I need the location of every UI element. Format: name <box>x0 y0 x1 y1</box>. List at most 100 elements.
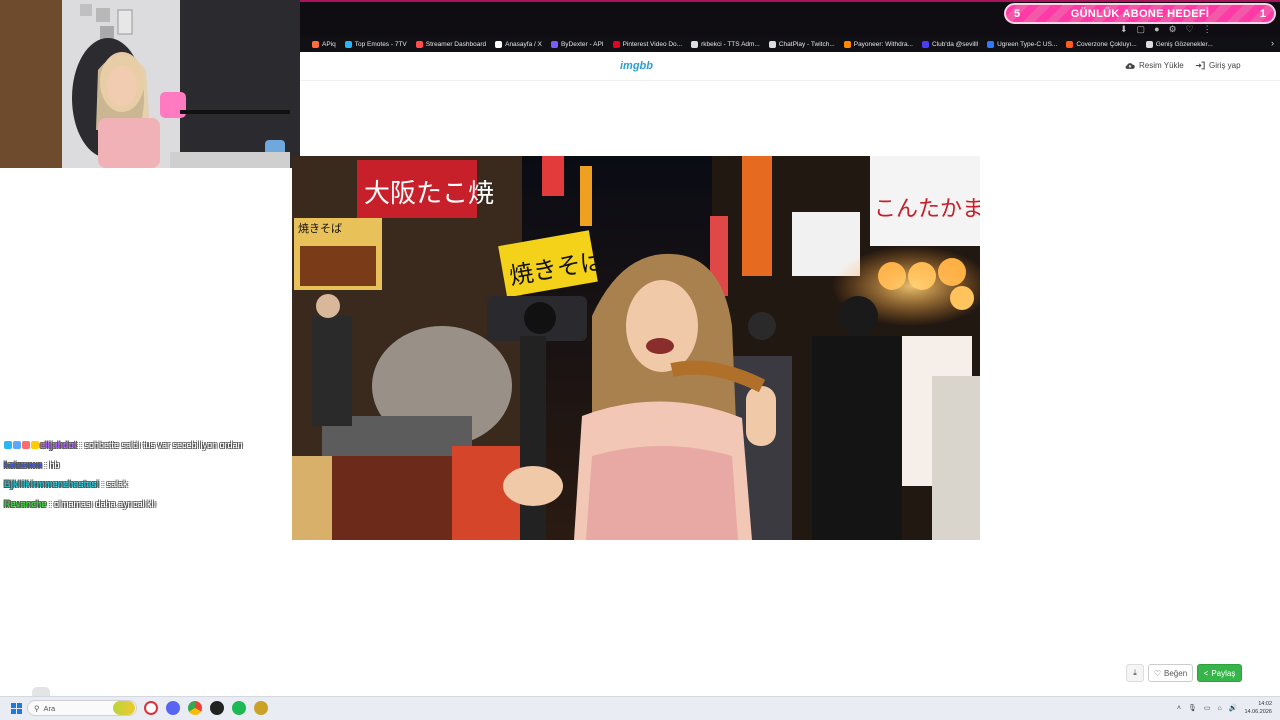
goal-title: GÜNLÜK ABONE HEDEFİ <box>1070 7 1210 20</box>
monitor-icon[interactable]: ▭ <box>1204 704 1211 712</box>
download-icon: ⤓ <box>1133 668 1137 677</box>
chrome-icon[interactable] <box>188 701 202 715</box>
subscriber-goal-widget: 5 GÜNLÜK ABONE HEDEFİ 1 <box>1004 3 1276 24</box>
mic-icon[interactable]: 🎙 <box>1188 704 1197 712</box>
volume-icon[interactable]: 🔊 <box>1229 704 1238 712</box>
chat-text: : hb <box>44 459 60 470</box>
clock-date: 14.06.2026 <box>1244 709 1272 715</box>
share-button[interactable]: < Paylaş <box>1197 664 1242 682</box>
tab-icon[interactable]: ▢ <box>1137 24 1146 35</box>
chevron-right-icon[interactable]: › <box>1271 38 1274 48</box>
chat-message: Revanche : olmaması daha ayrıcalıklı <box>4 495 296 515</box>
cloud-upload-icon <box>1125 63 1135 69</box>
app-icon <box>312 40 319 48</box>
bookmark-item[interactable]: Payoneer: Withdra... <box>843 40 913 48</box>
chat-message: kaizenxn : hb <box>4 456 296 476</box>
gear-icon[interactable]: ⚙ <box>1169 24 1177 35</box>
bookmark-item[interactable]: Streamer Dashboard <box>415 40 487 48</box>
bookmarks-bar: APiq Top Emotes - 7TV Streamer Dashboard An… <box>300 36 1280 52</box>
site-logo[interactable]: imgbb <box>620 60 653 72</box>
bookmark-label: APiq <box>322 40 336 48</box>
like-label: Beğen <box>1164 668 1188 678</box>
bookmark-label: Coverzone Çokluyı... <box>1076 40 1137 48</box>
bookmark-item[interactable]: rkbekci - TTS Adm... <box>691 40 760 48</box>
stream-chat: elijahdot : sohbette saldı tus var seceb… <box>4 436 296 514</box>
bookmark-label: Payoneer: Withdra... <box>853 40 913 48</box>
uploaded-image: 大阪たこ焼 焼きそば 焼きそば こんたかま屋 <box>292 156 980 540</box>
bookmark-item[interactable]: Pinterest Video Do... <box>612 40 683 48</box>
page-icon <box>691 40 699 48</box>
bookmark-label: Geniş Gözenekler... <box>1155 40 1213 48</box>
profile-icon[interactable]: ● <box>1154 24 1159 34</box>
bookmark-label: Streamer Dashboard <box>425 40 487 48</box>
like-button[interactable]: ♡ Beğen <box>1148 664 1193 682</box>
upload-label: Resim Yükle <box>1139 61 1184 70</box>
bookmark-item[interactable]: Geniş Gözenekler... <box>1145 40 1213 48</box>
bookmark-item[interactable]: Club'da @sevilll <box>921 40 979 48</box>
bookmark-item[interactable]: Ugreen Type-C US... <box>987 40 1058 48</box>
coverzone-icon <box>1066 40 1074 48</box>
heart-icon: ♡ <box>1153 668 1162 678</box>
clock-time: 14:02 <box>1258 701 1272 707</box>
download-icon[interactable]: ⬇ <box>1120 24 1128 35</box>
chat-text: : sohbette saldı tus var secebiliyon ord… <box>79 440 243 450</box>
chat-username[interactable]: Revanche <box>4 499 47 509</box>
sign-restaurant: こんたかま屋 <box>874 197 980 222</box>
bookmark-item[interactable]: ByDexter - API <box>550 40 604 48</box>
taskbar: ⚲ Ara ˄ 🎙 ▭ ⌂ 🔊 14:02 14.06.2026 <box>0 696 1280 720</box>
chat-text: : olmaması daha ayrıcalıklı <box>49 498 157 509</box>
goal-right-count: 1 <box>1259 7 1266 20</box>
share-label: Paylaş <box>1211 668 1236 678</box>
system-tray: ˄ 🎙 ▭ ⌂ 🔊 14:02 14.06.2026 <box>1177 697 1280 719</box>
bookmark-item[interactable]: APiq <box>312 40 336 48</box>
ugreen-icon <box>987 40 995 48</box>
heart-icon[interactable]: ♡ <box>1186 24 1194 35</box>
site-header: imgbb Resim Yükle Giriş yap <box>300 52 1280 81</box>
page-icon <box>1145 40 1153 48</box>
bookmark-item[interactable]: Top Emotes - 7TV <box>344 40 407 48</box>
svg-text:焼きそば: 焼きそば <box>298 222 342 235</box>
chat-badge-icon <box>31 441 39 449</box>
bookmark-item[interactable]: ChatPlay - Twitch... <box>768 40 835 48</box>
chat-badge-icon <box>13 441 21 449</box>
payoneer-icon <box>843 40 851 48</box>
login-link[interactable]: Giriş yap <box>1195 61 1241 70</box>
chat-username[interactable]: kaizenxn <box>4 460 42 470</box>
upload-link[interactable]: Resim Yükle <box>1125 61 1184 70</box>
login-label: Giriş yap <box>1209 61 1241 70</box>
chat-message: elijahdot : sohbette saldı tus var seceb… <box>4 436 296 456</box>
bookmark-item[interactable]: Anasayfa / X <box>495 40 542 48</box>
chat-badge-icon <box>22 441 30 449</box>
system-clock[interactable]: 14:02 14.06.2026 <box>1244 700 1272 716</box>
discord-icon[interactable] <box>166 701 180 715</box>
chatplay-icon <box>768 40 776 48</box>
windows-start-icon[interactable] <box>11 703 22 714</box>
download-button[interactable]: ⤓ <box>1126 664 1144 682</box>
chat-username[interactable]: Bjkliikirmmenehastasi <box>4 479 99 489</box>
bookmark-label: Club'da @sevilll <box>931 40 979 48</box>
widget-icon[interactable] <box>113 701 135 715</box>
opera-icon[interactable] <box>144 701 158 715</box>
bookmark-label: Ugreen Type-C US... <box>997 40 1058 48</box>
bookmark-item[interactable]: Coverzone Çokluyı... <box>1066 40 1137 48</box>
chat-text: : salak <box>101 479 128 489</box>
app-icon[interactable] <box>210 701 224 715</box>
network-icon[interactable]: ⌂ <box>1218 705 1222 712</box>
chat-avatar-placeholder <box>32 687 50 696</box>
share-icon: < <box>1203 668 1209 678</box>
chat-badge-icon <box>4 441 12 449</box>
bookmark-label: Anasayfa / X <box>505 40 542 48</box>
game-icon[interactable] <box>254 701 268 715</box>
taskbar-search-placeholder: Ara <box>43 703 56 713</box>
chat-username[interactable]: elijahdot <box>40 440 77 450</box>
chat-message: Bjkliikirmmenehastasi : salak <box>4 475 296 495</box>
bookmark-label: Pinterest Video Do... <box>622 40 683 48</box>
bookmark-label: Top Emotes - 7TV <box>354 40 407 48</box>
bookmark-label: ByDexter - API <box>560 40 604 48</box>
spotify-icon[interactable] <box>232 701 246 715</box>
menu-icon[interactable]: ⋮ <box>1203 24 1212 35</box>
x-icon <box>495 40 503 48</box>
webcam-feed <box>0 0 300 168</box>
chevron-up-icon[interactable]: ˄ <box>1177 705 1181 712</box>
bookmark-label: rkbekci - TTS Adm... <box>701 40 760 48</box>
